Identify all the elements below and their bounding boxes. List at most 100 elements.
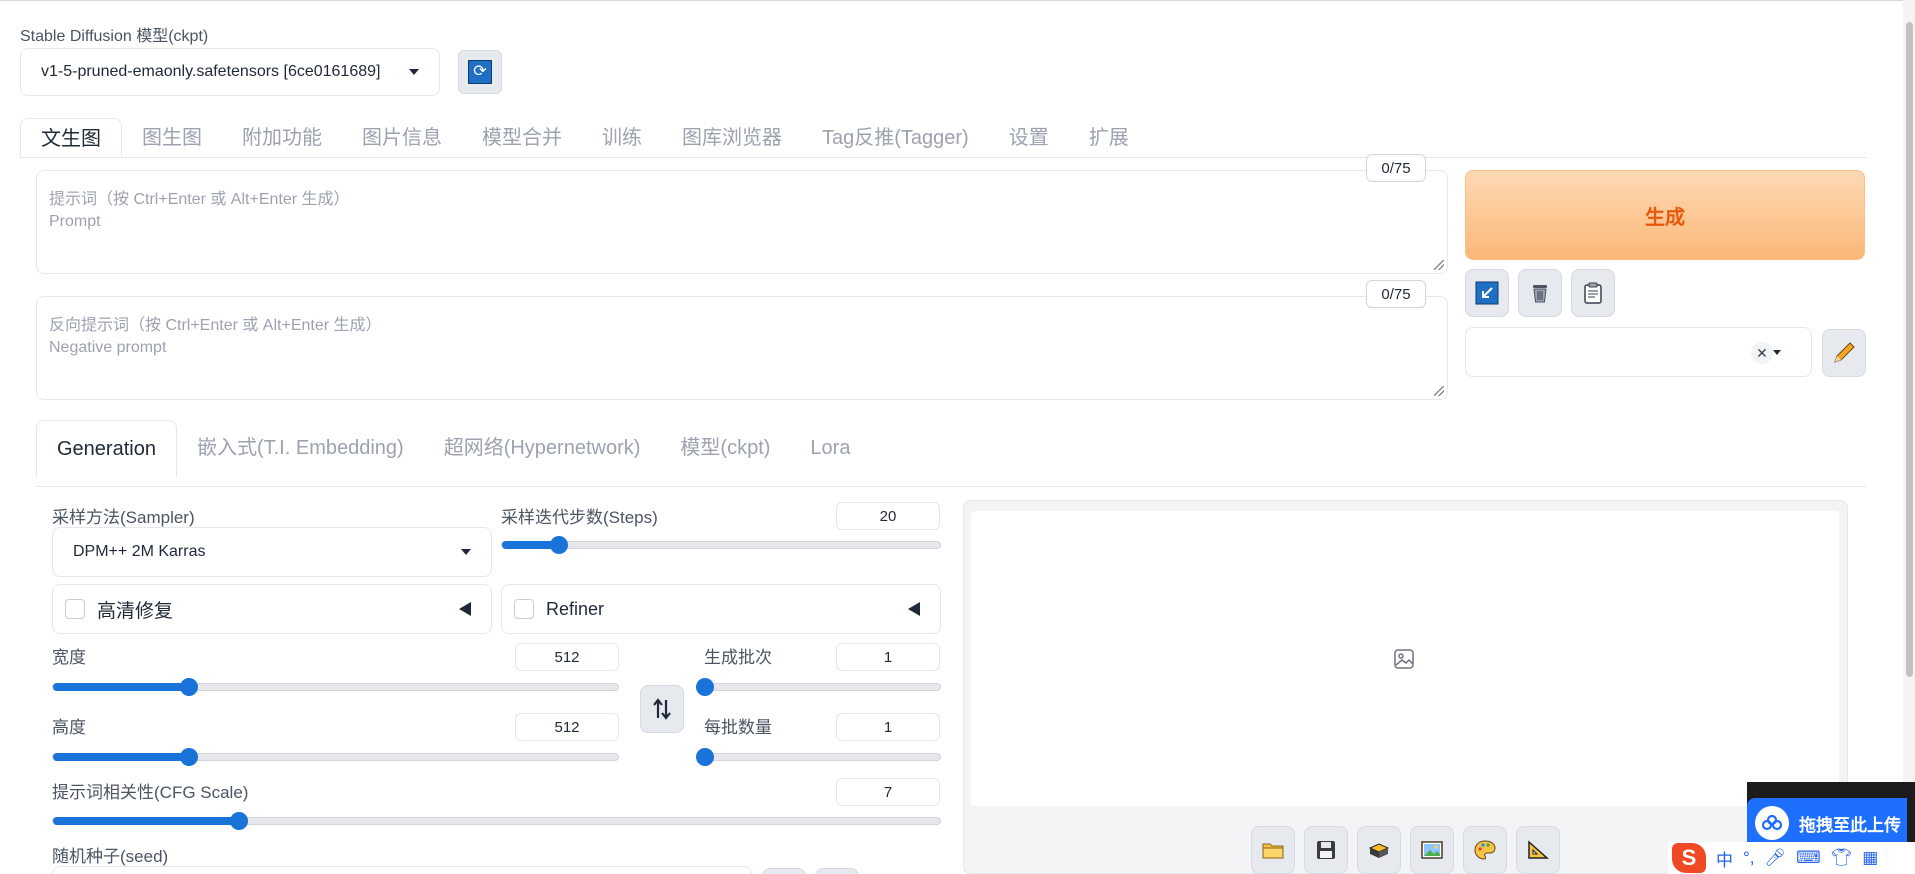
read-params-button[interactable]: [1465, 269, 1509, 317]
tab-img2img[interactable]: 图生图: [122, 118, 222, 158]
random-seed-button[interactable]: [762, 868, 806, 874]
batch-count-slider[interactable]: [696, 678, 941, 696]
cloud-upload-icon: [1755, 806, 1789, 840]
archive-box-icon: [1368, 843, 1390, 858]
prompt-placeholder-en: Prompt: [49, 213, 101, 230]
batch-size-slider[interactable]: [696, 748, 941, 766]
batch-count-label: 生成批次: [704, 648, 772, 667]
slider-thumb[interactable]: [230, 812, 249, 830]
resize-handle-icon[interactable]: [1434, 260, 1444, 270]
sampler-label: 采样方法(Sampler): [52, 508, 195, 527]
sogou-ime-icon[interactable]: S: [1672, 843, 1706, 873]
send-to-img2img-button[interactable]: [1410, 826, 1454, 874]
zip-button[interactable]: [1357, 826, 1401, 874]
open-folder-button[interactable]: [1251, 826, 1295, 874]
slider-thumb[interactable]: [696, 748, 714, 766]
refiner-accordion[interactable]: Refiner: [501, 584, 941, 634]
batch-count-input[interactable]: 1: [836, 643, 940, 671]
hires-fix-checkbox[interactable]: [65, 599, 85, 619]
drag-to-upload-button[interactable]: 拖拽至此上传: [1747, 798, 1907, 848]
height-input[interactable]: 512: [515, 713, 619, 741]
steps-slider[interactable]: [501, 536, 941, 554]
prompt-placeholder: 提示词（按 Ctrl+Enter 或 Alt+Enter 生成）: [49, 191, 350, 208]
steps-input[interactable]: 20: [836, 502, 940, 530]
pencil-icon: [1834, 342, 1855, 363]
height-slider[interactable]: [52, 748, 619, 766]
styles-dropdown[interactable]: ✕: [1465, 327, 1812, 377]
tab-textual-inversion[interactable]: 嵌入式(T.I. Embedding): [177, 420, 424, 477]
collapse-triangle-icon: [459, 602, 471, 616]
upload-label: 拖拽至此上传: [1799, 815, 1901, 835]
tab-checkpoint-merger[interactable]: 模型合并: [462, 118, 582, 158]
top-border: [0, 0, 1915, 1]
apps-grid-icon[interactable]: ▦: [1862, 848, 1878, 868]
subtab-divider: [36, 486, 1866, 487]
reuse-seed-button[interactable]: [815, 868, 859, 874]
refiner-checkbox[interactable]: [514, 599, 534, 619]
save-button[interactable]: [1304, 826, 1348, 874]
scrollbar-thumb[interactable]: [1906, 22, 1913, 677]
negative-prompt-placeholder: 反向提示词（按 Ctrl+Enter 或 Alt+Enter 生成）: [49, 317, 382, 334]
tab-png-info[interactable]: 图片信息: [342, 118, 462, 158]
tab-generation[interactable]: Generation: [36, 420, 177, 477]
prompt-textarea[interactable]: 提示词（按 Ctrl+Enter 或 Alt+Enter 生成） Prompt: [36, 170, 1448, 274]
seed-input[interactable]: [52, 866, 752, 874]
tab-train[interactable]: 训练: [582, 118, 662, 158]
slider-fill: [53, 683, 189, 691]
tab-extras[interactable]: 附加功能: [222, 118, 342, 158]
clear-prompt-button[interactable]: [1518, 269, 1562, 317]
negative-prompt-textarea[interactable]: 反向提示词（按 Ctrl+Enter 或 Alt+Enter 生成） Negat…: [36, 296, 1448, 400]
batch-size-input[interactable]: 1: [836, 713, 940, 741]
collapse-triangle-icon: [908, 602, 920, 616]
cfg-scale-slider[interactable]: [52, 812, 941, 830]
slider-thumb[interactable]: [549, 536, 568, 554]
triangle-ruler-icon: [1528, 840, 1549, 859]
sampler-dropdown[interactable]: DPM++ 2M Karras: [52, 527, 492, 577]
tab-tagger[interactable]: Tag反推(Tagger): [802, 118, 989, 158]
chevron-down-icon: [461, 549, 471, 555]
refresh-models-button[interactable]: ⟳: [458, 50, 502, 94]
resize-handle-icon[interactable]: [1434, 386, 1444, 396]
tab-txt2img[interactable]: 文生图: [20, 118, 122, 158]
tab-hypernetworks[interactable]: 超网络(Hypernetwork): [424, 420, 661, 477]
send-to-inpaint-button[interactable]: [1463, 826, 1507, 874]
skin-icon[interactable]: 👕︎: [1831, 848, 1853, 868]
seed-label: 随机种子(seed): [52, 847, 169, 866]
negative-prompt-token-counter: 0/75: [1366, 280, 1426, 308]
tab-checkpoints[interactable]: 模型(ckpt): [660, 420, 790, 477]
slider-thumb[interactable]: [696, 678, 714, 696]
slider-fill: [53, 817, 240, 825]
image-placeholder-icon: [1394, 649, 1414, 669]
ime-punctuation-toggle[interactable]: °,: [1743, 848, 1755, 868]
cfg-scale-input[interactable]: 7: [836, 778, 940, 806]
floppy-disk-icon: [1317, 841, 1335, 859]
swap-dimensions-button[interactable]: [640, 685, 684, 733]
clipboard-icon: [1584, 282, 1602, 304]
steps-label: 采样迭代步数(Steps): [501, 508, 658, 527]
close-icon[interactable]: ✕: [1751, 342, 1773, 364]
slider-fill: [53, 753, 189, 761]
hires-fix-accordion[interactable]: 高清修复: [52, 584, 492, 634]
tab-image-browser[interactable]: 图库浏览器: [662, 118, 802, 158]
apply-styles-button[interactable]: [1571, 269, 1615, 317]
width-input[interactable]: 512: [515, 643, 619, 671]
tab-extensions[interactable]: 扩展: [1069, 118, 1149, 158]
slider-thumb[interactable]: [179, 678, 198, 696]
arrow-down-left-icon: [1475, 281, 1499, 305]
generation-tab-bar: Generation 嵌入式(T.I. Embedding) 超网络(Hyper…: [36, 420, 870, 477]
tab-settings[interactable]: 设置: [989, 118, 1069, 158]
tab-lora[interactable]: Lora: [790, 420, 870, 477]
model-dropdown[interactable]: v1-5-pruned-emaonly.safetensors [6ce0161…: [20, 48, 440, 96]
model-label: Stable Diffusion 模型(ckpt): [20, 28, 209, 45]
microphone-icon[interactable]: 🎤︎: [1765, 848, 1787, 868]
keyboard-icon[interactable]: ⌨: [1796, 848, 1821, 868]
send-to-extras-button[interactable]: [1516, 826, 1560, 874]
refiner-label: Refiner: [546, 598, 605, 619]
generate-button[interactable]: 生成: [1465, 170, 1865, 260]
ime-language-toggle[interactable]: 中: [1716, 846, 1733, 871]
slider-thumb[interactable]: [179, 748, 198, 766]
edit-styles-button[interactable]: [1822, 329, 1866, 377]
sampler-value: DPM++ 2M Karras: [73, 543, 206, 560]
chevron-down-icon: [1773, 350, 1781, 355]
width-slider[interactable]: [52, 678, 619, 696]
